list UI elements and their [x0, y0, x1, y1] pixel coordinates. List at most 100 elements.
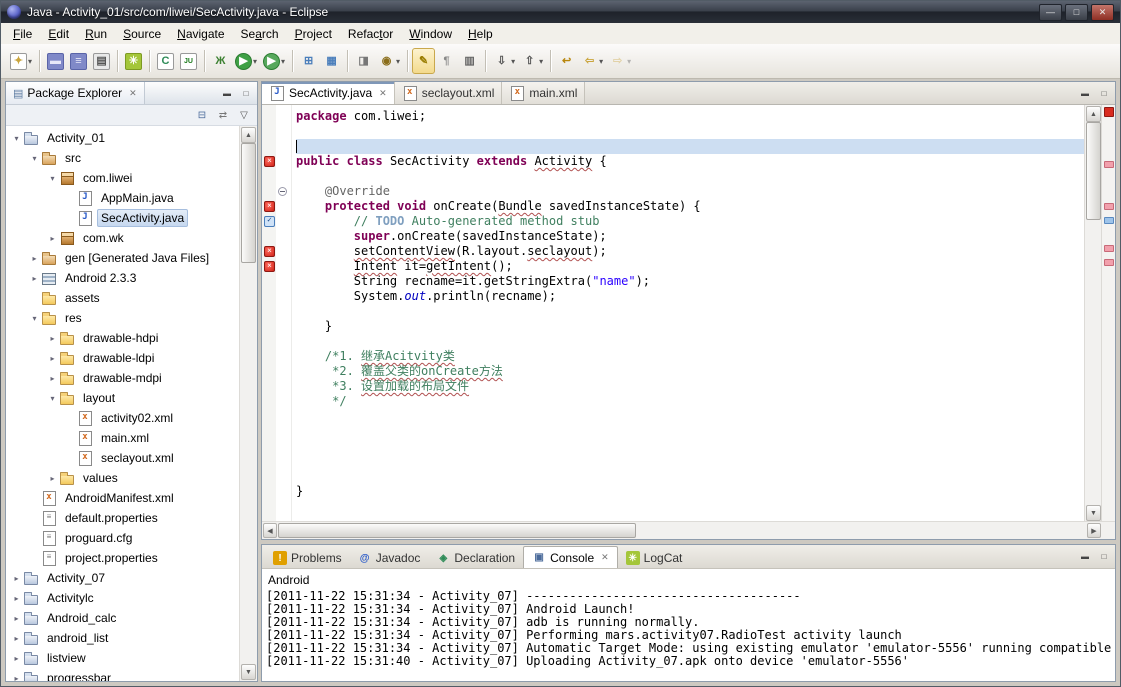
close-window-button[interactable]: ✕: [1091, 4, 1114, 21]
tree-twistie[interactable]: ▾: [10, 134, 23, 143]
editor-scroll-right-button[interactable]: ▶: [1087, 523, 1101, 538]
tree-item-appmain-java[interactable]: AppMain.java: [6, 188, 240, 208]
code-line[interactable]: protected void onCreate(Bundle savedInst…: [296, 199, 1084, 214]
overview-error-marker[interactable]: [1104, 161, 1114, 168]
error-marker[interactable]: [264, 246, 275, 257]
tree-item-src[interactable]: ▾src: [6, 148, 240, 168]
code-line[interactable]: public class SecActivity extends Activit…: [296, 154, 1084, 169]
code-line[interactable]: @Override: [296, 184, 1084, 199]
previous-annotation-button[interactable]: ⇧▾: [518, 48, 546, 74]
tree-item-project-properties[interactable]: project.properties: [6, 548, 240, 568]
print-button[interactable]: ▤: [90, 48, 113, 74]
maximize-editor-button[interactable]: □: [1096, 86, 1112, 100]
minimize-view-button[interactable]: ▬: [219, 86, 235, 100]
code-area[interactable]: package com.liwei; public class SecActivi…: [292, 105, 1084, 522]
title-bar[interactable]: Java - Activity_01/src/com/liwei/SecActi…: [1, 1, 1120, 23]
tree-item-drawable-hdpi[interactable]: ▸drawable-hdpi: [6, 328, 240, 348]
fold-collapse-icon[interactable]: [278, 187, 287, 196]
code-line[interactable]: [296, 304, 1084, 319]
error-marker[interactable]: [264, 201, 275, 212]
console-tab-problems[interactable]: !Problems: [265, 548, 350, 568]
overview-ruler[interactable]: [1101, 105, 1115, 522]
external-tools-dropdown[interactable]: ▾: [281, 57, 285, 66]
tree-item-default-properties[interactable]: default.properties: [6, 508, 240, 528]
tree-twistie[interactable]: ▸: [10, 614, 23, 623]
tree-item-activitylc[interactable]: ▸Activitylc: [6, 588, 240, 608]
tree-twistie[interactable]: ▸: [46, 374, 59, 383]
menu-source[interactable]: Source: [115, 25, 169, 43]
tree-item-res[interactable]: ▾res: [6, 308, 240, 328]
android-virtual-device-manager-button[interactable]: ▦: [320, 48, 343, 74]
editor-hscrollbar-thumb[interactable]: [278, 523, 636, 538]
tree-twistie[interactable]: ▸: [46, 354, 59, 363]
external-tools-button[interactable]: ▶▾: [260, 48, 288, 74]
code-line[interactable]: setContentView(R.layout.seclayout);: [296, 244, 1084, 259]
overview-error-marker[interactable]: [1104, 259, 1114, 266]
code-line[interactable]: package com.liwei;: [296, 109, 1084, 124]
code-line[interactable]: */: [296, 394, 1084, 409]
tree-item-assets[interactable]: assets: [6, 288, 240, 308]
new-wizard-button[interactable]: ✦▾: [7, 48, 35, 74]
maximize-window-button[interactable]: □: [1065, 4, 1088, 21]
search-dropdown[interactable]: ▾: [396, 57, 400, 66]
overview-error-indicator[interactable]: [1104, 107, 1114, 117]
menu-search[interactable]: Search: [233, 25, 287, 43]
code-line[interactable]: [296, 454, 1084, 469]
tree-item-activity-01[interactable]: ▾Activity_01: [6, 128, 240, 148]
editor-tab-secactivity-java[interactable]: SecActivity.java✕: [262, 82, 395, 104]
scroll-down-button[interactable]: ▼: [241, 664, 256, 680]
search-button[interactable]: ◉▾: [375, 48, 403, 74]
code-line[interactable]: /*1. 继承Acitvity类: [296, 349, 1084, 364]
maximize-view-button[interactable]: □: [238, 86, 254, 100]
close-view-icon[interactable]: ✕: [129, 88, 137, 99]
collapse-all-button[interactable]: ⊟: [193, 107, 211, 123]
tree-twistie[interactable]: ▸: [10, 654, 23, 663]
tree-item-layout[interactable]: ▾layout: [6, 388, 240, 408]
tree-twistie[interactable]: ▸: [46, 474, 59, 483]
code-line[interactable]: super.onCreate(savedInstanceState);: [296, 229, 1084, 244]
tree-twistie[interactable]: ▸: [28, 254, 41, 263]
maximize-console-button[interactable]: □: [1096, 550, 1112, 564]
tree-item-progressbar[interactable]: ▸progressbar: [6, 668, 240, 681]
code-line[interactable]: System.out.println(recname);: [296, 289, 1084, 304]
tree-twistie[interactable]: ▸: [10, 634, 23, 643]
tree-twistie[interactable]: ▾: [28, 314, 41, 323]
tree-twistie[interactable]: ▸: [10, 574, 23, 583]
last-edit-location-button[interactable]: ↩: [555, 48, 578, 74]
menu-help[interactable]: Help: [460, 25, 501, 43]
block-selection-button[interactable]: ▥: [458, 48, 481, 74]
code-line[interactable]: *3. 设置加载的布局文件: [296, 379, 1084, 394]
tree-twistie[interactable]: ▾: [28, 154, 41, 163]
new-java-class-button[interactable]: C: [154, 48, 177, 74]
console-tab-javadoc[interactable]: @Javadoc: [350, 548, 429, 568]
console-tab-declaration[interactable]: ◈Declaration: [428, 548, 523, 568]
tree-scrollbar[interactable]: ▲ ▼: [239, 126, 257, 681]
tree-twistie[interactable]: ▸: [46, 234, 59, 243]
overview-error-marker[interactable]: [1104, 203, 1114, 210]
code-line[interactable]: String recname=it.getStringExtra("name")…: [296, 274, 1084, 289]
link-with-editor-button[interactable]: ⇄: [214, 107, 232, 123]
tree-item-android-list[interactable]: ▸android_list: [6, 628, 240, 648]
editor-scrollbar-thumb[interactable]: [1086, 122, 1101, 220]
fold-margin[interactable]: [276, 105, 292, 522]
editor-tab-main-xml[interactable]: main.xml: [502, 82, 585, 104]
menu-project[interactable]: Project: [287, 25, 340, 43]
code-line[interactable]: Intent it=getIntent();: [296, 259, 1084, 274]
menu-refactor[interactable]: Refactor: [340, 25, 401, 43]
save-all-button[interactable]: ≡: [67, 48, 90, 74]
new-android-project-button[interactable]: ⊞: [297, 48, 320, 74]
next-annotation-button[interactable]: ⇩▾: [490, 48, 518, 74]
code-line[interactable]: [296, 424, 1084, 439]
editor-scroll-down-button[interactable]: ▼: [1086, 505, 1101, 521]
code-line[interactable]: [296, 169, 1084, 184]
menu-edit[interactable]: Edit: [40, 25, 77, 43]
tree-item-drawable-ldpi[interactable]: ▸drawable-ldpi: [6, 348, 240, 368]
toggle-mark-occurrences-button[interactable]: ✎: [412, 48, 435, 74]
code-line[interactable]: [296, 334, 1084, 349]
code-line[interactable]: [296, 124, 1084, 139]
editor-scroll-left-button[interactable]: ◀: [263, 523, 277, 538]
back-button[interactable]: ⇦▾: [578, 48, 606, 74]
console-content[interactable]: Android [2011-11-22 15:31:34 - Activity_…: [262, 569, 1115, 681]
minimize-editor-button[interactable]: ▬: [1077, 86, 1093, 100]
console-tab-logcat[interactable]: ✳LogCat: [618, 548, 691, 568]
